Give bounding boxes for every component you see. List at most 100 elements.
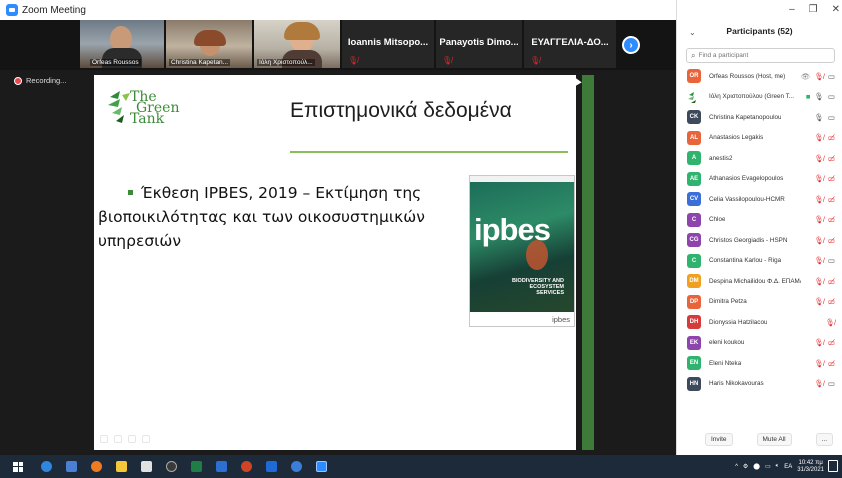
more-options-button[interactable]: ... [815, 433, 833, 446]
participant-search[interactable]: ⌕ [686, 48, 835, 63]
name-only-tile[interactable]: Ioannis Mitsopo... 🎙︎̸ [342, 20, 434, 68]
slide-tool-icon[interactable] [114, 435, 122, 443]
restore-icon[interactable]: ❐ [809, 4, 818, 15]
mic-muted-icon: 🎙︎̸ [348, 56, 359, 65]
camera-icon[interactable]: ▭ [828, 379, 835, 388]
participant-name: Anastasios Legakis [709, 134, 764, 142]
slide-tool-icon[interactable] [142, 435, 150, 443]
participant-search-input[interactable] [698, 52, 819, 59]
participant-row[interactable]: Ιόλη Χριστοπούλου (Green T... ■ 🎙︎ ▭ [677, 87, 842, 108]
camera-icon[interactable]: ▭ [828, 113, 835, 122]
participant-name: anestis2 [709, 154, 733, 162]
network-icon[interactable]: ▭ [765, 463, 771, 470]
participant-row[interactable]: AL Anastasios Legakis 🎙︎̸ ▭̸ [677, 128, 842, 149]
camera-off-icon[interactable]: ▭̸ [828, 236, 835, 245]
participant-status-icons: 🎙︎̸ ▭̸ [814, 277, 835, 286]
notification-icon[interactable] [828, 460, 838, 472]
video-tile[interactable]: Christina Kapetan... [166, 20, 252, 68]
mic-muted-icon[interactable]: 🎙︎̸ [814, 256, 824, 265]
photos-icon[interactable] [216, 461, 227, 472]
participant-row[interactable]: CK Christina Kapetanopoulou 🎙︎ ▭ [677, 107, 842, 128]
participant-row[interactable]: AE Athanasios Evagelopoulos 🎙︎̸ ▭̸ [677, 169, 842, 190]
mic-muted-icon[interactable]: 🎙︎̸ [814, 174, 824, 183]
file-explorer-icon[interactable] [116, 461, 127, 472]
participant-row[interactable]: HN Haris Nikokavouras 🎙︎̸ ▭ [677, 374, 842, 395]
camera-icon[interactable]: ▭ [828, 256, 835, 265]
mic-muted-icon[interactable]: 🎙︎̸ [814, 154, 824, 163]
mic-muted-icon[interactable]: 🎙︎̸ [814, 379, 824, 388]
gallery-next-button[interactable]: › [622, 36, 640, 54]
mic-icon[interactable]: 🎙︎ [814, 92, 824, 101]
camera-off-icon[interactable]: ▭̸ [828, 338, 835, 347]
mic-muted-icon[interactable]: 🎙︎̸ [814, 297, 824, 306]
close-icon[interactable]: ✕ [832, 4, 840, 15]
store-icon[interactable] [141, 461, 152, 472]
mic-muted-icon[interactable]: 🎙︎̸ [814, 277, 824, 286]
camera-off-icon[interactable]: ▭̸ [828, 359, 835, 368]
mic-muted-icon[interactable]: 🎙︎̸ [814, 236, 824, 245]
mic-muted-icon[interactable]: 🎙︎̸ [825, 318, 835, 327]
tray-app-icon[interactable]: ⚙ [743, 463, 748, 470]
camera-off-icon[interactable]: ▭̸ [828, 195, 835, 204]
camera-off-icon[interactable]: ▭̸ [828, 174, 835, 183]
spotlight-icon: 👁 [800, 71, 811, 81]
recording-indicator[interactable]: Recording... [14, 76, 66, 85]
clock[interactable]: 10:42 πμ 31/3/2021 [797, 460, 824, 474]
word-icon[interactable] [266, 461, 277, 472]
participant-row[interactable]: Aanestis2 🎙︎̸ ▭̸ [677, 148, 842, 169]
video-tile[interactable]: Ιόλη Χριστοπούλ... [254, 20, 340, 68]
participant-row[interactable]: EK eleni koukou 🎙︎̸ ▭̸ [677, 333, 842, 354]
mic-muted-icon[interactable]: 🎙︎̸ [814, 133, 824, 142]
firefox-icon[interactable] [91, 461, 102, 472]
excel-icon[interactable] [191, 461, 202, 472]
participant-row[interactable]: CG Christos Georgiadis - HSPN 🎙︎̸ ▭̸ [677, 230, 842, 251]
participant-status-icons: 🎙︎ ▭ [814, 113, 835, 122]
participant-status-icons: 🎙︎̸ ▭̸ [814, 174, 835, 183]
participant-row[interactable]: DM Despina Michailidou Φ.Δ. ΕΠΑΜΑΘ 🎙︎̸ ▭̸ [677, 271, 842, 292]
camera-off-icon[interactable]: ▭̸ [828, 154, 835, 163]
edge-icon[interactable] [41, 461, 52, 472]
camera-off-icon[interactable]: ▭̸ [828, 277, 835, 286]
avatar: EN [687, 356, 701, 371]
participant-row[interactable]: C Chloe 🎙︎̸ ▭̸ [677, 210, 842, 231]
name-only-tile[interactable]: Panayotis Dimo... 🎙︎̸ [436, 20, 522, 68]
avatar: A [687, 151, 701, 166]
minimize-icon[interactable]: – [789, 4, 795, 15]
participant-row[interactable]: DH Dionyssia Hatzilacou 🎙︎̸ [677, 312, 842, 333]
camera-off-icon[interactable]: ▭̸ [828, 297, 835, 306]
slide-tool-icon[interactable] [100, 435, 108, 443]
language-indicator[interactable]: EA [784, 464, 792, 470]
participant-row[interactable]: EN Eleni Nteka 🎙︎̸ ▭̸ [677, 353, 842, 374]
chevron-up-icon[interactable]: ^ [735, 464, 738, 470]
tray-app-icon[interactable]: ⬤ [753, 463, 760, 470]
participant-status-icons: 🎙︎̸ [825, 318, 835, 327]
camera-off-icon[interactable]: ▭̸ [828, 215, 835, 224]
chat-icon[interactable] [291, 461, 302, 472]
volume-icon[interactable]: 🔈︎ [776, 463, 780, 470]
video-tile[interactable]: Orfeas Roussos [80, 20, 164, 68]
mic-muted-icon[interactable]: 🎙︎̸ [814, 359, 824, 368]
zoom-taskbar-icon[interactable] [316, 461, 327, 472]
participant-row[interactable]: C Constantina Karlou - Riga 🎙︎̸ ▭ [677, 251, 842, 272]
camera-icon[interactable]: ▭ [828, 92, 835, 101]
mic-muted-icon[interactable]: 🎙︎̸ [814, 195, 824, 204]
mic-icon[interactable]: 🎙︎ [814, 113, 824, 122]
participant-row[interactable]: OR Orfeas Roussos (Host, me) 👁 🎙︎̸ ▭ [677, 66, 842, 87]
invite-button[interactable]: Invite [705, 433, 733, 446]
slide-tool-icon[interactable] [128, 435, 136, 443]
participant-row[interactable]: DP Dimitra Petza 🎙︎̸ ▭̸ [677, 292, 842, 313]
app-icon[interactable] [166, 461, 177, 472]
participant-status-icons: 🎙︎̸ ▭̸ [814, 154, 835, 163]
participant-row[interactable]: CV Celia Vassilopoulou-HCMR 🎙︎̸ ▭̸ [677, 189, 842, 210]
media-icon[interactable] [241, 461, 252, 472]
mail-icon[interactable] [66, 461, 77, 472]
start-button[interactable] [13, 461, 23, 472]
camera-off-icon[interactable]: ▭̸ [828, 133, 835, 142]
camera-icon[interactable]: ▭ [828, 72, 835, 81]
mute-all-button[interactable]: Mute All [756, 433, 792, 446]
mic-muted-icon[interactable]: 🎙︎̸ [814, 338, 824, 347]
mic-muted-icon[interactable]: 🎙︎̸ [814, 72, 824, 81]
name-only-tile[interactable]: ΕΥΑΓΓΕΛΙΑ-ΔΟ... 🎙︎̸ [524, 20, 616, 68]
mic-muted-icon[interactable]: 🎙︎̸ [814, 215, 824, 224]
participant-status-icons: 🎙︎̸ ▭̸ [814, 133, 835, 142]
